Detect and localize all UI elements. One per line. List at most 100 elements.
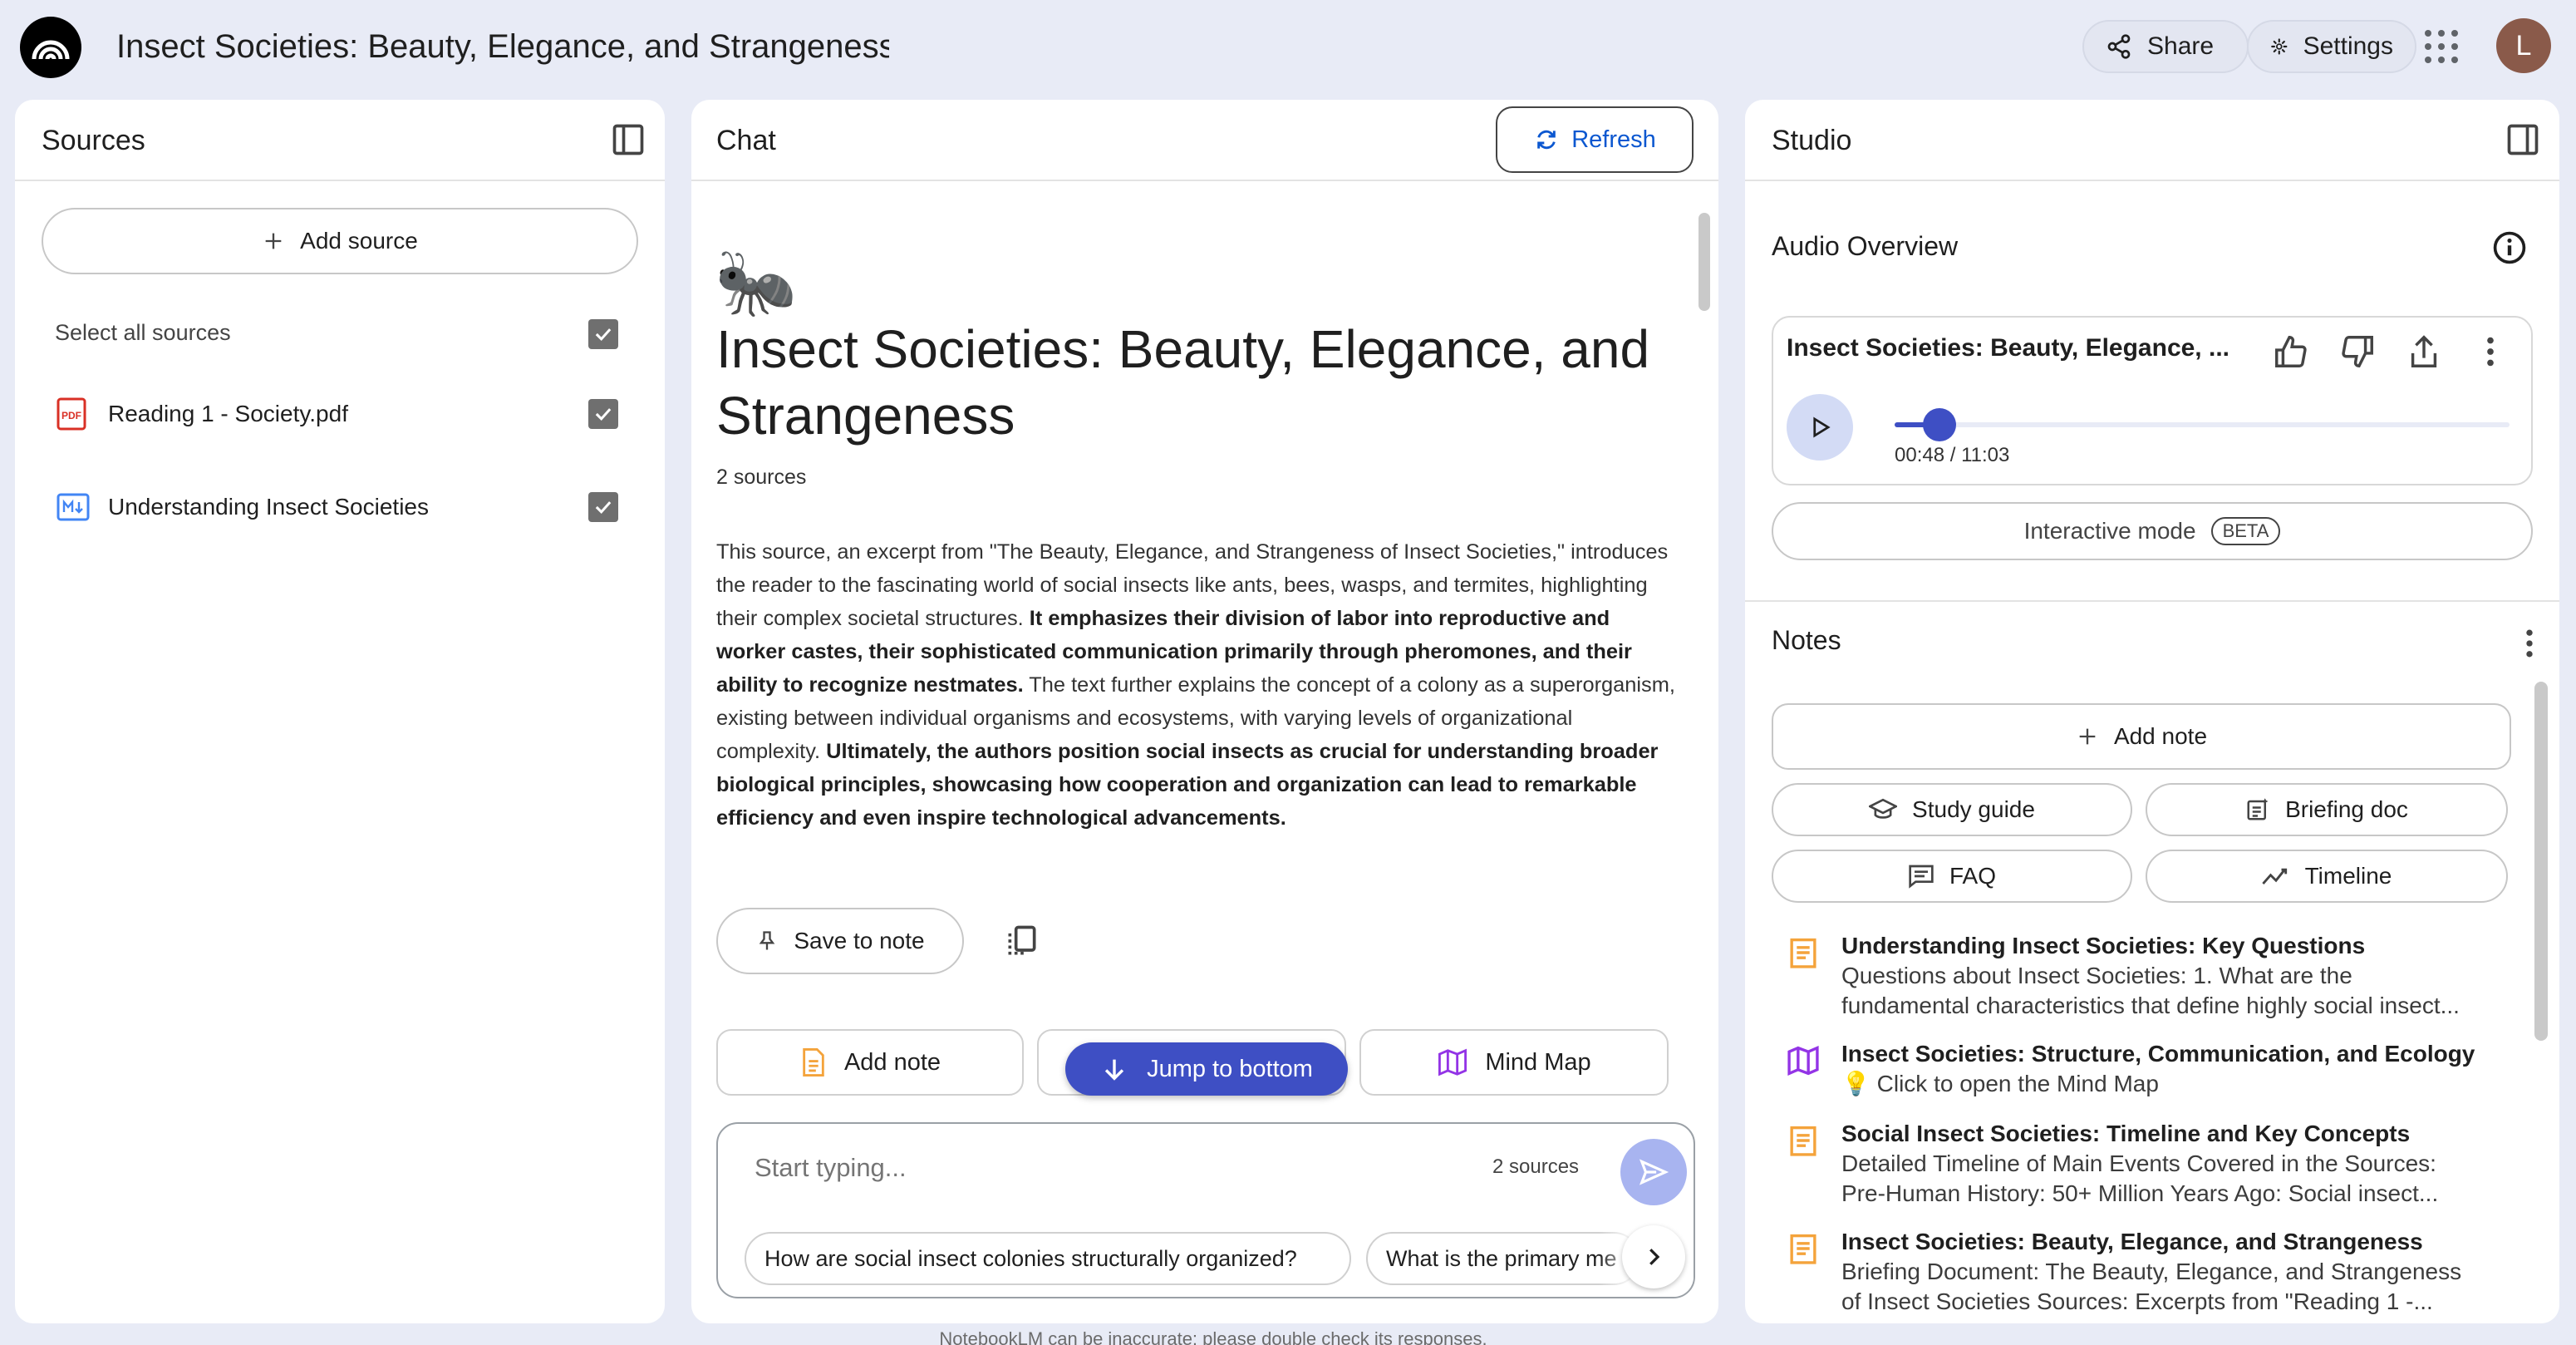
settings-button[interactable]: Settings — [2247, 20, 2416, 73]
note-title: Insect Societies: Structure, Communicati… — [1841, 1041, 2475, 1067]
share-icon[interactable] — [2405, 333, 2443, 371]
sources-panel: Sources Add source Select all sources PD… — [15, 100, 665, 1323]
collapse-panel-icon[interactable] — [2505, 121, 2541, 158]
faq-icon — [1909, 865, 1934, 889]
send-button[interactable] — [1620, 1139, 1687, 1205]
faq-label: FAQ — [1949, 863, 1996, 889]
notes-scrollbar[interactable] — [2534, 682, 2548, 1041]
study-guide-button[interactable]: Study guide — [1772, 783, 2132, 836]
refresh-label: Refresh — [1571, 126, 1656, 153]
pdf-icon: PDF — [57, 397, 86, 431]
note-preview-line: Briefing Document: The Beauty, Elegance,… — [1841, 1259, 2462, 1284]
play-icon — [1813, 416, 1831, 438]
collapse-panel-icon[interactable] — [610, 121, 646, 158]
save-to-note-label: Save to note — [794, 928, 925, 953]
note-item[interactable]: Understanding Insect Societies: Key Ques… — [1787, 931, 2518, 1022]
next-suggestions-button[interactable] — [1622, 1225, 1685, 1288]
note-title: Understanding Insect Societies: Key Ques… — [1841, 933, 2366, 958]
share-button[interactable]: Share — [2082, 20, 2249, 73]
plus-icon — [2079, 728, 2096, 745]
timeline-button[interactable]: Timeline — [2146, 850, 2508, 903]
input-source-count: 2 sources — [1492, 1155, 1580, 1178]
add-source-label: Add source — [300, 228, 418, 254]
check-icon — [595, 408, 612, 421]
source-label: Reading 1 - Society.pdf — [108, 401, 348, 426]
summary-bold-text: Ultimately, the authors position social … — [716, 740, 1659, 830]
audio-title: Insect Societies: Beauty, Elegance, ... — [1787, 334, 2229, 362]
note-preview-line: Pre-Human History: 50+ Million Years Ago… — [1841, 1180, 2439, 1206]
thumbs-down-icon[interactable] — [2338, 333, 2377, 371]
pin-icon — [760, 931, 775, 950]
select-all-checkbox[interactable] — [588, 319, 618, 349]
briefing-doc-button[interactable]: Briefing doc — [2146, 783, 2508, 836]
avatar[interactable]: L — [2496, 18, 2551, 73]
copy-icon[interactable] — [1004, 923, 1040, 959]
note-preview-line: of Insect Societies Sources: Excerpts fr… — [1841, 1288, 2433, 1314]
chat-title: Chat — [716, 125, 776, 156]
briefing-doc-icon — [2247, 798, 2269, 820]
source-checkbox[interactable] — [588, 399, 618, 429]
jump-to-bottom-button[interactable]: Jump to bottom — [1065, 1042, 1348, 1096]
source-label: Understanding Insect Societies — [108, 494, 429, 520]
note-preview: 💡 Click to open the Mind Map — [1841, 1069, 2515, 1099]
note-preview: Briefing Document: The Beauty, Elegance,… — [1841, 1257, 2515, 1317]
studio-title: Studio — [1772, 125, 1852, 156]
mind-map-icon — [1438, 1048, 1467, 1076]
divider — [1745, 600, 2559, 602]
notes-title: Notes — [1772, 625, 1841, 655]
plus-icon — [265, 233, 282, 249]
chat-panel: Chat Refresh 🐜 Insect Societies: Beauty,… — [691, 100, 1718, 1323]
select-all-label: Select all sources — [55, 320, 231, 345]
audio-time: 00:48 / 11:03 — [1895, 444, 2010, 466]
ant-emoji-icon: 🐜 — [715, 245, 798, 319]
info-icon[interactable] — [2491, 229, 2528, 266]
faq-button[interactable]: FAQ — [1772, 850, 2132, 903]
interactive-mode-button[interactable]: Interactive mode BETA — [1772, 502, 2533, 560]
audio-progress-thumb[interactable] — [1923, 408, 1957, 441]
markdown-icon — [57, 493, 90, 521]
apps-grid-icon[interactable] — [2423, 28, 2460, 65]
check-icon — [595, 501, 612, 515]
school-icon — [1869, 798, 1898, 819]
thumbs-up-icon[interactable] — [2272, 333, 2310, 371]
send-icon — [1639, 1159, 1669, 1185]
more-vert-icon[interactable] — [2511, 625, 2548, 662]
note-item[interactable]: Social Insect Societies: Timeline and Ke… — [1787, 1119, 2518, 1210]
save-to-note-button[interactable]: Save to note — [716, 908, 964, 974]
interactive-mode-label: Interactive mode — [2023, 518, 2196, 544]
timeline-label: Timeline — [2304, 863, 2392, 889]
play-button[interactable] — [1787, 394, 1853, 461]
chat-scrollbar[interactable] — [1698, 213, 1710, 311]
mind-map-chip[interactable]: Mind Map — [1359, 1029, 1669, 1096]
source-checkbox[interactable] — [588, 492, 618, 522]
chat-input[interactable] — [755, 1144, 1403, 1192]
note-icon — [803, 1048, 824, 1076]
note-preview-line: fundamental characteristics that define … — [1841, 993, 2460, 1018]
chat-composer: 2 sources How are social insect colonies… — [716, 1122, 1695, 1298]
refresh-button[interactable]: Refresh — [1496, 106, 1694, 173]
chevron-right-icon — [1649, 1249, 1660, 1265]
note-item[interactable]: Insect Societies: Structure, Communicati… — [1787, 1039, 2518, 1102]
notebook-title[interactable]: Insect Societies: Beauty, Elegance, and … — [116, 23, 889, 70]
notebooklm-logo[interactable] — [20, 17, 81, 78]
gear-icon — [2271, 38, 2288, 55]
arrow-down-icon — [1104, 1059, 1124, 1081]
chat-summary: This source, an excerpt from "The Beauty… — [716, 535, 1680, 835]
note-icon — [1790, 1126, 1816, 1156]
studio-header: Studio — [1745, 100, 2559, 181]
jump-label: Jump to bottom — [1147, 1055, 1313, 1082]
audio-progress-track[interactable] — [1895, 408, 2510, 441]
more-vert-icon[interactable] — [2471, 333, 2510, 371]
audio-player-card: Insect Societies: Beauty, Elegance, ... … — [1772, 316, 2533, 485]
suggestion-chip[interactable]: How are social insect colonies structura… — [745, 1232, 1351, 1285]
share-label: Share — [2147, 32, 2215, 60]
mind-map-icon — [1787, 1046, 1819, 1076]
svg-text:PDF: PDF — [61, 410, 81, 421]
add-source-button[interactable]: Add source — [42, 208, 638, 274]
add-note-button[interactable]: Add note — [1772, 703, 2511, 770]
disclaimer: NotebookLM can be inaccurate; please dou… — [939, 1328, 1487, 1345]
note-item[interactable]: Insect Societies: Beauty, Elegance, and … — [1787, 1227, 2518, 1318]
beta-badge: BETA — [2210, 517, 2281, 545]
check-icon — [595, 328, 612, 342]
add-note-chip[interactable]: Add note — [716, 1029, 1024, 1096]
